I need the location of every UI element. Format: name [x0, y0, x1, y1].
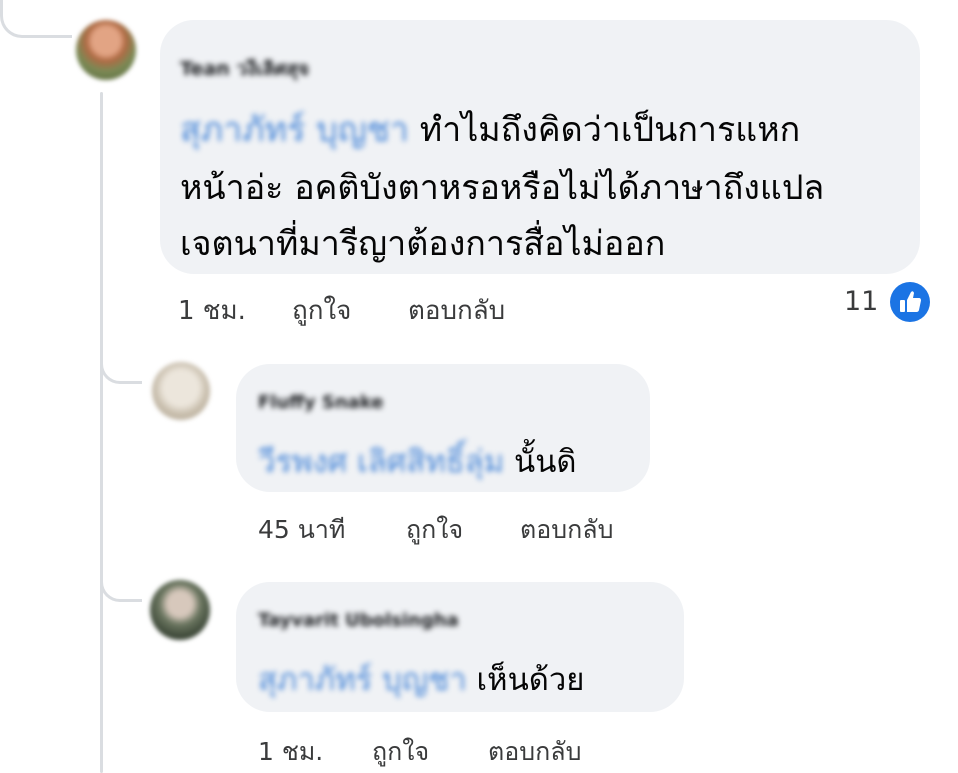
reply-connector [100, 572, 142, 602]
comment-author[interactable]: Tayvarit Ubolsingha [258, 610, 459, 631]
comment-actions: 1 ชม. ถูกใจ ตอบกลับ [178, 290, 578, 326]
avatar[interactable] [152, 362, 210, 420]
comment-text-line: หน้าอ่ะ อคติบังตาหรอหรือไม่ได้ภาษาถึงแปล [180, 168, 825, 208]
reply-connector [100, 354, 142, 384]
comment-timestamp[interactable]: 1 ชม. [258, 732, 323, 772]
reply-button[interactable]: ตอบกลับ [520, 510, 613, 550]
mention-link[interactable]: วีรพงศ เลิศสิทธิ์ลุ่ม [258, 444, 504, 480]
comment-timestamp[interactable]: 45 นาที [258, 510, 345, 550]
comment-text: เห็นด้วย [476, 662, 585, 698]
comment-text-line: วีรพงศ เลิศสิทธิ์ลุ่ม นั้นดิ [258, 436, 577, 486]
avatar[interactable] [76, 20, 136, 80]
comment-text-line: สุภาภัทร์ บุญชา เห็นด้วย [258, 654, 584, 704]
comment-bubble: Fluffy Snake วีรพงศ เลิศสิทธิ์ลุ่ม นั้นด… [236, 364, 650, 492]
like-button[interactable]: ถูกใจ [372, 732, 429, 772]
like-button[interactable]: ถูกใจ [292, 290, 351, 331]
comment-author[interactable]: Fluffy Snake [258, 392, 383, 413]
comment-text: นั้นดิ [514, 444, 577, 480]
comment-text-line: เจตนาที่มารีญาต้องการสื่อไม่ออก [180, 224, 666, 264]
thumbs-up-icon [890, 282, 930, 322]
comment-text-line: สุภาภัทร์ บุญชา ทำไมถึงคิดว่าเป็นการแหก [180, 102, 800, 156]
comment-text: ทำไมถึงคิดว่าเป็นการแหก [419, 110, 801, 150]
reply-button[interactable]: ตอบกลับ [488, 732, 581, 772]
thread-connector-top [0, 0, 72, 38]
mention-link[interactable]: สุภาภัทร์ บุญชา [180, 110, 409, 150]
comment-bubble: Tayvarit Ubolsingha สุภาภัทร์ บุญชา เห็น… [236, 582, 684, 712]
comment-timestamp[interactable]: 1 ชม. [178, 290, 246, 331]
comment-bubble: Tean วงีเลิศสุจ สุภาภัทร์ บุญชา ทำไมถึงค… [160, 20, 920, 274]
reply-button[interactable]: ตอบกลับ [408, 290, 505, 331]
thread-line [100, 92, 103, 773]
avatar[interactable] [150, 580, 210, 640]
comment-actions: 45 นาที ถูกใจ ตอบกลับ [258, 510, 678, 544]
reaction-count: 11 [844, 286, 879, 317]
mention-link[interactable]: สุภาภัทร์ บุญชา [258, 662, 467, 698]
comment-actions: 1 ชม. ถูกใจ ตอบกลับ [258, 732, 678, 766]
like-button[interactable]: ถูกใจ [406, 510, 463, 550]
comment-author[interactable]: Tean วงีเลิศสุจ [180, 54, 309, 84]
